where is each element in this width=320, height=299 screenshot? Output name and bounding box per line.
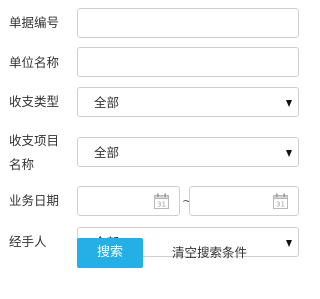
search-button[interactable]: 搜索 <box>77 238 143 268</box>
unit-name-input[interactable] <box>77 47 299 77</box>
doc-number-label: 单据编号 <box>9 15 60 30</box>
caret-down-icon <box>286 150 292 157</box>
handler-label: 经手人 <box>9 234 47 249</box>
item-name-label-line2: 名称 <box>9 157 35 172</box>
item-name-label-line1: 收支项目 <box>9 133 60 148</box>
calendar-day-text: 31 <box>157 201 166 209</box>
item-name-select-value: 全部 <box>94 145 120 160</box>
caret-down-icon <box>286 240 292 247</box>
unit-name-label: 单位名称 <box>9 55 60 70</box>
start-date-input[interactable]: 31 <box>77 186 180 216</box>
calendar-day-text: 31 <box>276 201 285 209</box>
business-date-label: 业务日期 <box>9 193 60 208</box>
category-select[interactable]: 全部 <box>77 87 299 117</box>
caret-down-icon <box>286 100 292 107</box>
clear-filters-button[interactable]: 清空搜索条件 <box>172 244 247 262</box>
end-date-input[interactable]: 31 <box>189 186 299 216</box>
search-form: 单据编号 单位名称 收支类型 全部 收支项目 名称 全部 业务日期 31 ~ 3… <box>0 0 310 299</box>
calendar-icon: 31 <box>154 193 169 209</box>
doc-number-input[interactable] <box>77 8 299 38</box>
item-name-select[interactable]: 全部 <box>77 137 299 167</box>
category-select-value: 全部 <box>94 95 120 110</box>
category-label: 收支类型 <box>9 94 60 109</box>
calendar-icon: 31 <box>273 193 288 209</box>
